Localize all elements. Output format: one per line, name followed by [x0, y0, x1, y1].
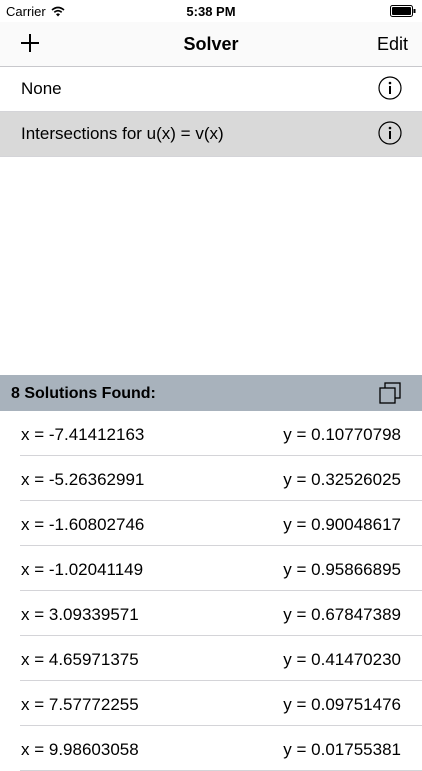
solution-y: y = 0.41470230 [283, 650, 401, 669]
solution-y: y = 0.90048617 [283, 515, 401, 534]
solution-y: y = 0.10770798 [283, 425, 401, 444]
equation-label: None [21, 79, 62, 98]
solution-y: y = 0.01755381 [283, 740, 401, 759]
equation-row-intersections[interactable]: Intersections for u(x) = v(x) [0, 112, 422, 157]
solution-row: x = -7.41412163 y = 0.10770798 [0, 411, 422, 456]
solutions-list: x = -7.41412163 y = 0.10770798 x = -5.26… [0, 411, 422, 771]
solution-row: x = 4.65971375 y = 0.41470230 [0, 636, 422, 681]
solution-y: y = 0.09751476 [283, 695, 401, 714]
equation-list: None Intersections for u(x) = v(x) [0, 67, 422, 157]
solutions-count-label: 8 Solutions Found: [11, 385, 156, 402]
solution-x: x = -5.26362991 [21, 470, 145, 489]
battery-icon [390, 5, 416, 17]
edit-button[interactable]: Edit [377, 34, 408, 55]
solution-x: x = 7.57772255 [21, 695, 139, 714]
solution-y: y = 0.95866895 [283, 560, 401, 579]
solution-row: x = 7.57772255 y = 0.09751476 [0, 681, 422, 726]
solution-row: x = -1.60802746 y = 0.90048617 [0, 501, 422, 546]
navigation-bar: Solver Edit [0, 22, 422, 67]
solution-x: x = 3.09339571 [21, 605, 139, 624]
info-icon[interactable] [378, 76, 402, 100]
solution-row: x = -5.26362991 y = 0.32526025 [0, 456, 422, 501]
solution-x: x = -7.41412163 [21, 425, 145, 444]
solutions-header: 8 Solutions Found: [0, 375, 422, 411]
solution-x: x = -1.60802746 [21, 515, 145, 534]
equation-row-none[interactable]: None [0, 67, 422, 112]
page-title: Solver [183, 34, 239, 54]
status-time: 5:38 PM [186, 4, 236, 19]
solution-row: x = -1.02041149 y = 0.95866895 [0, 546, 422, 591]
copy-icon[interactable] [378, 381, 402, 405]
solution-row: x = 9.98603058 y = 0.01755381 [0, 726, 422, 771]
solution-y: y = 0.32526025 [283, 470, 401, 489]
solution-y: y = 0.67847389 [283, 605, 401, 624]
solution-x: x = -1.02041149 [21, 560, 144, 579]
status-bar: Carrier 5:38 PM [0, 0, 422, 22]
info-icon[interactable] [378, 121, 402, 145]
solution-x: x = 9.98603058 [21, 740, 139, 759]
equation-label: Intersections for u(x) = v(x) [21, 124, 224, 143]
solution-row: x = 3.09339571 y = 0.67847389 [0, 591, 422, 636]
solution-x: x = 4.65971375 [21, 650, 139, 669]
